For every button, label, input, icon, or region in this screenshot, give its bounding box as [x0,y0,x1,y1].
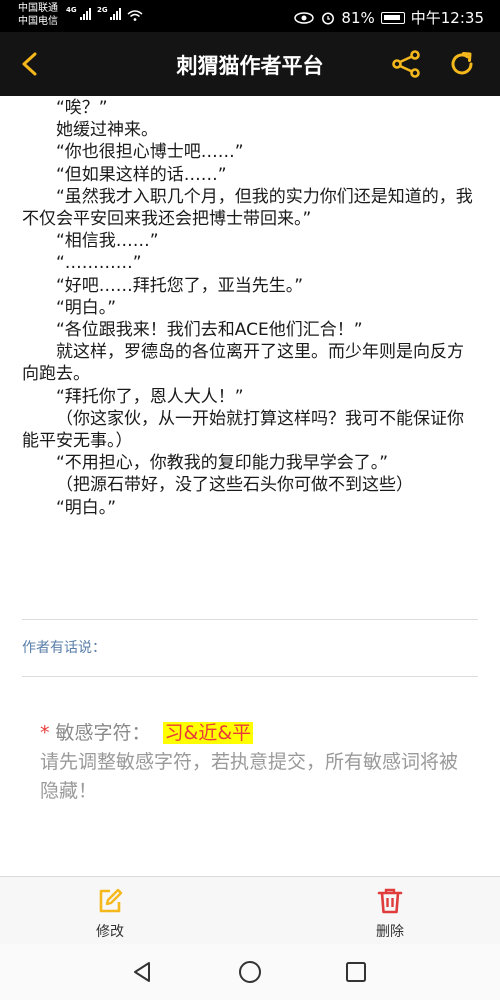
edit-icon [99,888,123,913]
story-paragraph: “明白。” [56,297,117,318]
share-icon [392,50,420,78]
story-paragraph: “但如果这样的话……” [56,164,227,185]
story-paragraph: “唉？” [56,98,108,118]
status-bar: 中国联通 中国电信 4G 2G 81% 中午12:35 [0,0,500,32]
nav-home-button[interactable] [236,958,264,986]
nav-recents-icon [346,962,366,982]
story-paragraph: （把源石带好，没了这些石头你可做不到这些） [56,475,413,496]
carrier-1: 中国联通 [18,3,58,14]
edit-button[interactable]: 修改 [70,887,150,941]
author-note-label: 作者有话说： [22,640,106,656]
story-paragraph: “各位跟我来！我们去和ACE他们汇合！” [56,320,363,341]
system-nav-bar [0,944,500,1000]
carrier-2: 中国电信 [18,16,58,27]
story-paragraph: “相信我……” [56,231,159,252]
action-bar: 修改 删除 [0,876,500,944]
alarm-icon [322,12,335,24]
divider [22,619,478,620]
chapter-content: “唉？” 她缓过神来。 “你也很担心博士吧……” “但如果这样的话……” “虽然我才入职… [22,97,478,519]
story-paragraph: “…………” [56,253,142,274]
wifi-icon [127,10,143,21]
story-paragraph: “明白。” [56,497,117,518]
refresh-icon [451,52,473,75]
edit-label: 修改 [96,924,124,940]
battery-percent: 81% [341,8,375,27]
network-type-2: 2G [97,6,108,14]
signal-1-icon [80,8,91,20]
divider [22,676,478,677]
network-type-1: 4G [66,6,77,14]
eye-comfort-icon [294,11,315,24]
delete-button[interactable]: 删除 [350,887,430,941]
nav-recents-button[interactable] [342,958,370,986]
clock: 中午12:35 [410,9,484,27]
story-paragraph: “不用担心，你教我的复印能力我早学会了。” [56,453,389,474]
nav-home-icon [239,961,261,983]
story-paragraph: 就这样，罗德岛的各位离开了这里。而少年则是向反方向跑去。 [22,342,464,385]
story-paragraph: “拜托你了，恩人大人！” [56,386,244,407]
sensitive-words-label: 敏感字符： [55,722,151,744]
refresh-button[interactable] [446,48,478,80]
share-button[interactable] [390,48,422,80]
nav-back-icon [134,962,150,982]
warning-message: 请先调整敏感字符，若执意提交，所有敏感词将被隐藏！ [40,751,459,802]
story-paragraph: （你这家伙，从一开始就打算这样吗？我可不能保证你能平安无事。） [22,408,464,452]
story-paragraph: “虽然我才入职几个月，但我的实力你们还是知道的，我不仅会平安回来我还会把博士带回… [22,186,473,230]
page-title: 刺猬猫作者平台 [176,54,324,78]
delete-label: 删除 [376,924,404,940]
sensitive-words-warning: * 敏感字符： 习&近&平 请先调整敏感字符，若执意提交，所有敏感词将被隐藏！ [40,719,470,806]
required-star: * [40,722,50,744]
sensitive-words-value: 习&近&平 [162,722,254,744]
signal-2-icon [110,8,121,20]
story-paragraph: 她缓过神来。 [56,120,158,141]
story-paragraph: “你也很担心博士吧……” [56,142,244,163]
story-paragraph: “好吧……拜托您了，亚当先生。” [56,275,304,296]
nav-back-button[interactable] [128,958,156,986]
app-bar: 刺猬猫作者平台 [0,32,500,96]
battery-icon [380,11,405,24]
carrier-names: 中国联通 中国电信 [18,2,58,28]
trash-icon [377,888,403,914]
